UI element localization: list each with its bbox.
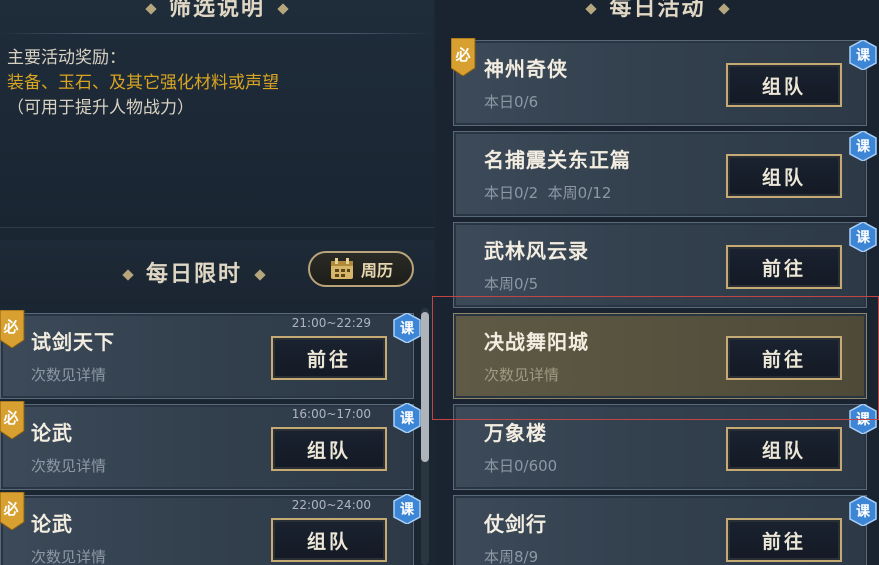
calendar-icon xyxy=(330,258,353,279)
required-badge-icon: 必 xyxy=(0,310,25,348)
diamond-icon xyxy=(717,3,730,15)
team-button[interactable]: 组队 xyxy=(271,427,387,471)
goto-button[interactable]: 前往 xyxy=(726,245,842,289)
course-badge-text: 课 xyxy=(400,321,415,337)
course-badge-icon: 课 xyxy=(393,403,421,433)
course-badge-text: 课 xyxy=(856,412,871,428)
course-badge-text: 课 xyxy=(856,230,871,246)
required-badge-text: 必 xyxy=(2,409,18,427)
limited-item-lunwu-1[interactable]: 论武 次数见详情 16:00~17:00 组队 xyxy=(0,404,414,490)
filter-info-text: 主要活动奖励： 装备、玉石、及其它强化材料或声望 （可用于提升人物战力） xyxy=(7,46,279,121)
daily-item-shenzhou[interactable]: 神州奇侠 本日0/6 组队 xyxy=(453,40,867,126)
course-badge-text: 课 xyxy=(856,504,871,520)
required-badge-text: 必 xyxy=(454,46,470,64)
course-badge-text: 课 xyxy=(856,139,871,155)
scroll-thumb[interactable] xyxy=(421,312,429,462)
activity-name: 仗剑行 xyxy=(484,512,547,536)
course-badge-icon: 课 xyxy=(393,313,421,343)
diamond-icon xyxy=(277,3,289,15)
activity-name: 武林风云录 xyxy=(484,239,589,263)
activity-count: 次数见详情 xyxy=(484,366,560,384)
diamond-icon xyxy=(585,3,598,15)
filter-info-title-text: 筛选说明 xyxy=(168,0,265,21)
diamond-icon xyxy=(122,269,134,281)
required-badge-icon: 必 xyxy=(0,492,25,530)
daily-item-zhangjian[interactable]: 仗剑行 本周8/9 前往 xyxy=(453,495,867,565)
activity-count: 本日0/2 本周0/12 xyxy=(484,184,612,202)
team-button[interactable]: 组队 xyxy=(726,427,842,471)
activity-count: 本日0/600 xyxy=(484,457,558,475)
course-badge-icon: 课 xyxy=(849,404,877,434)
activity-name: 试剑天下 xyxy=(31,330,115,354)
required-badge-icon: 必 xyxy=(451,38,476,76)
limited-item-shijian[interactable]: 试剑天下 次数见详情 21:00~22:29 前往 xyxy=(0,313,414,399)
limited-item-lunwu-2[interactable]: 论武 次数见详情 22:00~24:00 组队 xyxy=(0,495,414,565)
activity-time: 22:00~24:00 xyxy=(291,498,371,512)
filter-info-panel: 筛选说明 主要活动奖励： 装备、玉石、及其它强化材料或声望 （可用于提升人物战力… xyxy=(0,0,434,228)
required-badge-text: 必 xyxy=(2,500,18,518)
daily-section-title-text: 每日活动 xyxy=(609,0,706,21)
info-line-note: （可用于提升人物战力） xyxy=(7,98,194,118)
activity-name: 论武 xyxy=(31,421,73,445)
activity-time: 16:00~17:00 xyxy=(291,407,371,421)
weekly-calendar-button[interactable]: 周历 xyxy=(308,251,414,287)
course-badge-icon: 课 xyxy=(849,40,877,70)
course-badge-text: 课 xyxy=(856,48,871,64)
activity-name: 万象楼 xyxy=(484,421,547,445)
limited-scrollbar[interactable] xyxy=(421,308,429,565)
daily-item-mingbu[interactable]: 名捕震关东正篇 本日0/2 本周0/12 组队 xyxy=(453,131,867,217)
team-button[interactable]: 组队 xyxy=(726,154,842,198)
diamond-icon xyxy=(145,3,157,15)
course-badge-text: 课 xyxy=(400,411,415,427)
activity-count: 本周8/9 xyxy=(484,548,539,565)
diamond-icon xyxy=(254,269,266,281)
activity-count: 次数见详情 xyxy=(31,548,107,565)
info-line-rewards-label: 主要活动奖励： xyxy=(7,48,126,68)
limited-section-title: 每日限时 xyxy=(110,256,278,288)
team-button[interactable]: 组队 xyxy=(271,518,387,562)
activity-count: 次数见详情 xyxy=(31,366,107,384)
activity-count: 本日0/6 xyxy=(484,93,539,111)
daily-section-title: 每日活动 xyxy=(436,0,879,22)
goto-button[interactable]: 前往 xyxy=(726,336,842,380)
course-badge-icon: 课 xyxy=(849,131,877,161)
team-button[interactable]: 组队 xyxy=(726,63,842,107)
required-badge-text: 必 xyxy=(2,318,18,336)
goto-button[interactable]: 前往 xyxy=(271,336,387,380)
calendar-label: 周历 xyxy=(360,261,393,280)
activity-name: 神州奇侠 xyxy=(484,57,568,81)
activity-count: 次数见详情 xyxy=(31,457,107,475)
activity-name: 决战舞阳城 xyxy=(484,330,589,354)
activity-name: 论武 xyxy=(31,512,73,536)
activity-name: 名捕震关东正篇 xyxy=(484,148,631,172)
course-badge-icon: 课 xyxy=(849,496,877,526)
daily-item-wulin[interactable]: 武林风云录 本周0/5 前往 xyxy=(453,222,867,308)
course-badge-icon: 课 xyxy=(849,222,877,252)
daily-item-wanxiang[interactable]: 万象楼 本日0/600 组队 xyxy=(453,404,867,490)
info-line-rewards: 装备、玉石、及其它强化材料或声望 xyxy=(7,73,279,93)
course-badge-icon: 课 xyxy=(393,494,421,524)
daily-item-juezhan[interactable]: 决战舞阳城 次数见详情 前往 xyxy=(453,313,867,399)
activity-count: 本周0/5 xyxy=(484,275,539,293)
filter-info-title: 筛选说明 xyxy=(0,0,434,22)
limited-section-title-text: 每日限时 xyxy=(146,262,243,287)
activity-time: 21:00~22:29 xyxy=(291,316,371,330)
goto-button[interactable]: 前往 xyxy=(726,518,842,562)
required-badge-icon: 必 xyxy=(0,401,25,439)
course-badge-text: 课 xyxy=(400,502,415,518)
divider xyxy=(0,33,434,34)
left-column: 筛选说明 主要活动奖励： 装备、玉石、及其它强化材料或声望 （可用于提升人物战力… xyxy=(0,0,434,565)
